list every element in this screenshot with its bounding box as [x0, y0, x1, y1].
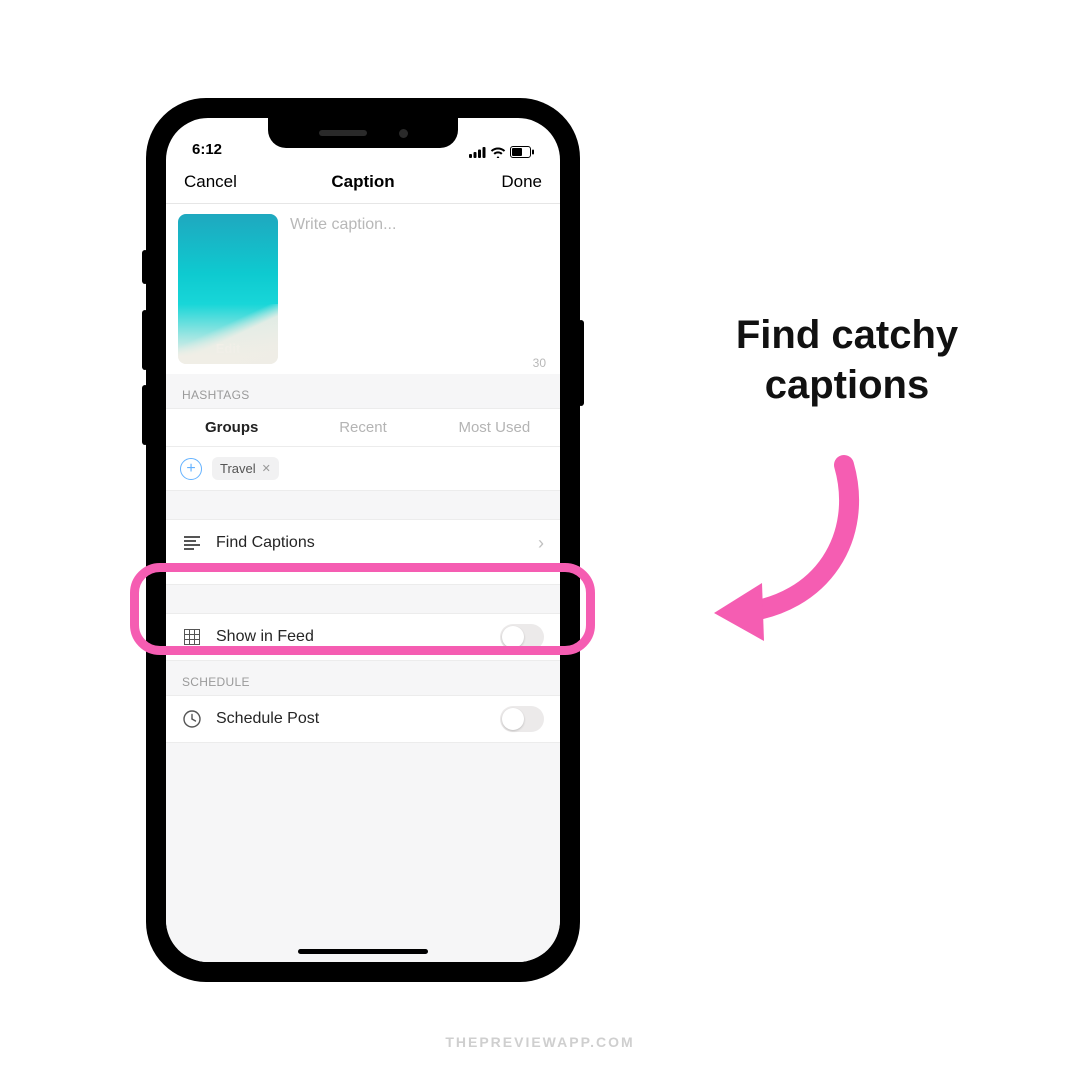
content: Edit Write caption... 30 HASHTAGS Groups… [166, 204, 560, 962]
clock-icon [182, 710, 202, 728]
chevron-right-icon: › [538, 533, 544, 554]
show-in-feed-row[interactable]: Show in Feed [166, 613, 560, 661]
grid-icon [182, 629, 202, 645]
callout-text: Find catchy captions [682, 310, 1012, 410]
status-time: 6:12 [192, 141, 222, 158]
cell-signal-icon [469, 147, 486, 158]
camera-icon [399, 129, 408, 138]
callout-line2: captions [682, 360, 1012, 410]
caption-area: Edit Write caption... 30 [166, 204, 560, 374]
hashtags-section-label: HASHTAGS [166, 374, 560, 408]
tab-most-used[interactable]: Most Used [429, 409, 560, 446]
paragraph-icon [182, 536, 202, 550]
watermark: THEPREVIEWAPP.COM [0, 1034, 1080, 1050]
caption-counter: 30 [533, 356, 546, 370]
schedule-post-label: Schedule Post [216, 710, 319, 728]
edit-label[interactable]: Edit [178, 341, 278, 356]
battery-icon [510, 146, 534, 158]
screen: 6:12 Cancel Caption Done Edit Write capt… [166, 118, 560, 962]
add-group-button[interactable]: + [180, 458, 202, 480]
partial-row [166, 567, 560, 585]
post-thumbnail[interactable]: Edit [178, 214, 278, 364]
phone-frame: 6:12 Cancel Caption Done Edit Write capt… [148, 100, 578, 980]
callout-line1: Find catchy [682, 310, 1012, 360]
hashtag-group-row: + Travel ✕ [166, 447, 560, 491]
show-in-feed-toggle[interactable] [500, 624, 544, 650]
hashtag-chip[interactable]: Travel ✕ [212, 457, 279, 480]
wifi-icon [490, 147, 506, 158]
chip-label: Travel [220, 461, 256, 476]
schedule-post-row[interactable]: Schedule Post [166, 695, 560, 743]
tab-recent[interactable]: Recent [297, 409, 428, 446]
remove-chip-icon[interactable]: ✕ [262, 462, 271, 475]
arrow-icon [704, 445, 884, 645]
schedule-section-label: SCHEDULE [166, 661, 560, 695]
nav-bar: Cancel Caption Done [166, 160, 560, 204]
hashtag-tabs: Groups Recent Most Used [166, 408, 560, 447]
power-button [578, 320, 584, 406]
tab-groups[interactable]: Groups [166, 409, 297, 446]
volume-down [142, 385, 148, 445]
schedule-toggle[interactable] [500, 706, 544, 732]
caption-input[interactable]: Write caption... [290, 214, 396, 368]
find-captions-row[interactable]: Find Captions › [166, 519, 560, 567]
show-in-feed-label: Show in Feed [216, 628, 314, 646]
volume-up [142, 310, 148, 370]
find-captions-label: Find Captions [216, 534, 315, 552]
done-button[interactable]: Done [501, 172, 542, 192]
mute-switch [142, 250, 148, 284]
speaker-icon [319, 130, 367, 136]
home-indicator[interactable] [298, 949, 428, 954]
notch [268, 118, 458, 148]
cancel-button[interactable]: Cancel [184, 172, 237, 192]
